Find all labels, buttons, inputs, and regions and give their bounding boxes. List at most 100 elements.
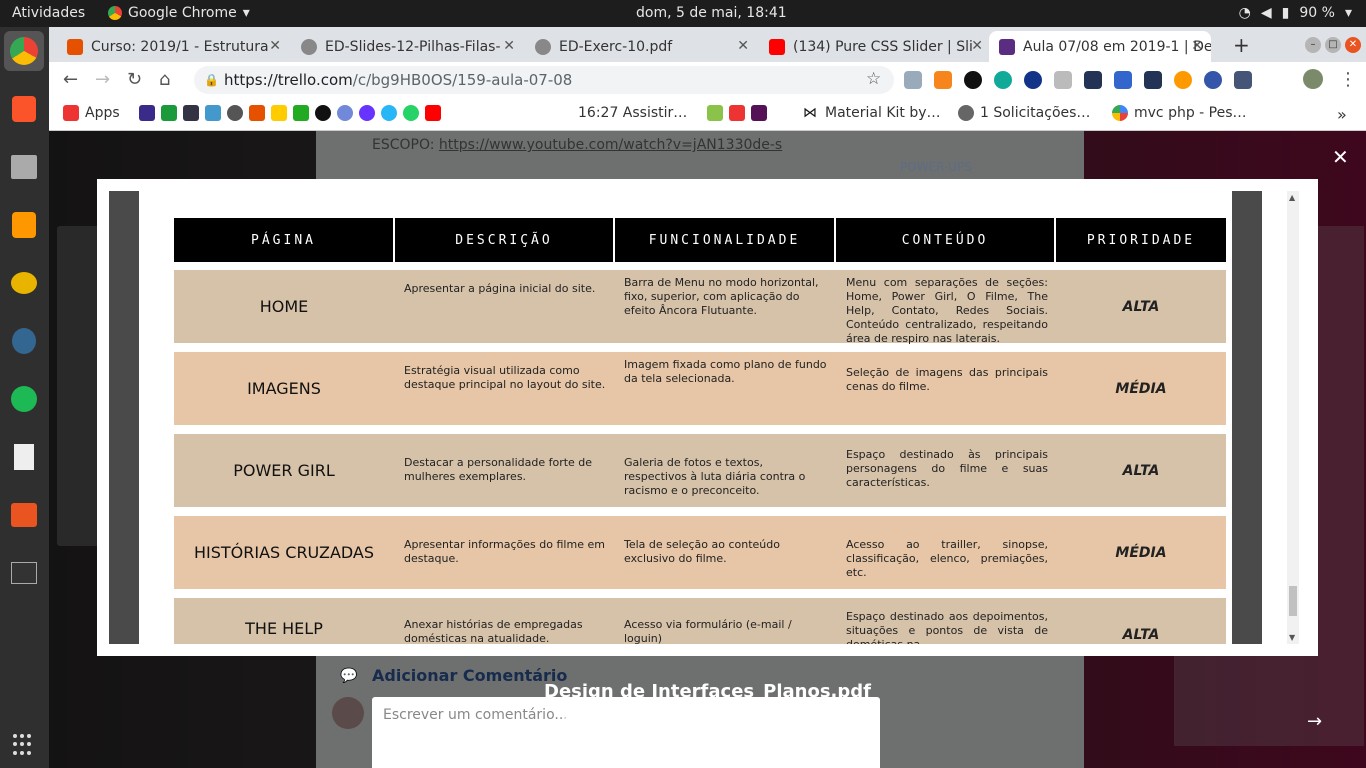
home-icon[interactable]: ⌂ — [159, 69, 170, 90]
minimize-button[interactable]: – — [1305, 37, 1321, 53]
extension-icon — [183, 105, 199, 121]
scroll-thumb[interactable] — [1289, 586, 1297, 616]
teapot-icon[interactable] — [4, 263, 44, 303]
bookmark-icons-2[interactable] — [707, 105, 767, 121]
new-tab-button[interactable]: + — [1233, 33, 1250, 57]
row-priority: MÉDIA — [1115, 380, 1167, 397]
maximize-button[interactable]: □ — [1325, 37, 1341, 53]
telegram-icon — [381, 105, 397, 121]
sublime-icon[interactable] — [4, 205, 44, 245]
toolbar: ← → ↻ ⌂ 🔒 https://trello.com/c/bg9HB0OS/1… — [49, 62, 1366, 96]
bookmark-apps[interactable]: Apps — [63, 105, 120, 121]
next-attachment-icon[interactable]: → — [1307, 711, 1322, 732]
extension-icon[interactable] — [1204, 71, 1222, 89]
github-icon — [315, 105, 331, 121]
row-functionality: Tela de seleção ao conteúdo exclusivo do… — [624, 538, 780, 565]
viewer-scrollbar[interactable]: ▲ ▼ — [1287, 191, 1299, 644]
extension-icon[interactable] — [1054, 71, 1072, 89]
tab-slides[interactable]: ED-Slides-12-Pilhas-Filas- ✕ — [291, 31, 523, 62]
menu-kebab-icon[interactable]: ⋮ — [1339, 69, 1357, 90]
delete-action[interactable]: ✕ Excluir — [801, 741, 864, 757]
globe-icon — [301, 38, 317, 55]
metamask-icon[interactable] — [934, 71, 952, 89]
close-icon[interactable]: ✕ — [737, 38, 749, 54]
moodle-icon — [67, 38, 83, 55]
more-bookmarks-icon[interactable]: » — [1337, 105, 1347, 124]
table-row: THE HELP Anexar histórias de empregadas … — [174, 598, 1226, 644]
back-icon[interactable]: ← — [63, 69, 78, 90]
extension-icon[interactable] — [1174, 71, 1192, 89]
close-icon[interactable]: ✕ — [1191, 38, 1203, 54]
forward-icon[interactable]: → — [95, 69, 110, 90]
extension-icon[interactable] — [1084, 71, 1102, 89]
shield-icon[interactable] — [964, 71, 982, 89]
row-functionality: Galeria de fotos e textos, respectivos à… — [624, 456, 806, 497]
bookmark-assistir[interactable]: 16:27 Assistir… — [578, 105, 687, 121]
youtube-icon — [425, 105, 441, 121]
bookmark-material-kit[interactable]: ⋈ Material Kit by… — [803, 105, 941, 121]
extension-icon[interactable] — [1144, 71, 1162, 89]
scroll-up-icon[interactable]: ▲ — [1289, 193, 1295, 202]
document-icon[interactable] — [4, 437, 44, 477]
tab-exerc[interactable]: ED-Exerc-10.pdf ✕ — [525, 31, 757, 62]
bookmark-solicitacoes[interactable]: 1 Solicitações… — [958, 105, 1090, 121]
table-header: PÁGINA DESCRIÇÃO FUNCIONALIDADE CONTEÚDO… — [174, 218, 1226, 262]
app-menu[interactable]: Google Chrome ▾ — [108, 5, 250, 21]
open-new-tab-action[interactable]: ↗ Abrir em uma Nova Guia — [592, 741, 781, 757]
battery-icon: ▮ — [1281, 5, 1290, 21]
chrome-launcher-icon[interactable] — [4, 31, 44, 71]
translate-icon[interactable] — [1114, 71, 1132, 89]
scope-label: ESCOPO: — [372, 137, 435, 153]
row-description: Anexar histórias de empregadas doméstica… — [404, 618, 583, 644]
close-window-button[interactable]: ✕ — [1345, 37, 1361, 53]
chrome-icon — [108, 6, 122, 20]
comment-input[interactable]: Escrever um comentário... — [372, 697, 880, 768]
spotify-icon[interactable] — [4, 379, 44, 419]
extension-icon[interactable] — [1024, 71, 1042, 89]
activities-button[interactable]: Atividades — [12, 5, 85, 21]
tab-label: (134) Pure CSS Slider | Sli — [793, 38, 973, 55]
header-pagina: PÁGINA — [174, 218, 393, 262]
extension-icon[interactable] — [1234, 71, 1252, 89]
extension-icon[interactable] — [994, 71, 1012, 89]
reload-icon[interactable]: ↻ — [127, 69, 142, 90]
scroll-down-icon[interactable]: ▼ — [1289, 633, 1295, 642]
google-icon — [1112, 105, 1128, 121]
address-bar[interactable]: 🔒 https://trello.com/c/bg9HB0OS/159-aula-… — [194, 66, 894, 94]
close-viewer-icon[interactable]: ✕ — [1332, 145, 1349, 169]
close-icon[interactable]: ✕ — [269, 38, 281, 54]
close-icon[interactable]: ✕ — [971, 38, 983, 54]
row-content: Menu com separações de seções: Home, Pow… — [846, 276, 1048, 345]
volume-icon: ◀ — [1260, 5, 1272, 21]
extension-icon — [139, 105, 155, 121]
postgres-icon[interactable] — [4, 321, 44, 361]
table-row: POWER GIRL Destacar a personalidade fort… — [174, 434, 1226, 507]
tab-trello[interactable]: Aula 07/08 em 2019-1 | De ✕ — [989, 31, 1211, 62]
external-link-icon: ↗ — [592, 741, 604, 757]
profile-avatar[interactable] — [1303, 69, 1323, 89]
extension-icon[interactable] — [904, 71, 922, 89]
open-new-tab-link[interactable]: Abrir em uma Nova Guia — [608, 741, 781, 757]
bookmark-mvc-php[interactable]: mvc php - Pes… — [1112, 105, 1247, 121]
row-page: THE HELP — [245, 619, 323, 638]
files-icon[interactable] — [4, 147, 44, 187]
scope-link[interactable]: https://www.youtube.com/watch?v=jAN1330d… — [439, 137, 782, 153]
bookmark-icons[interactable] — [139, 105, 441, 121]
brave-icon[interactable] — [4, 89, 44, 129]
extensions — [904, 71, 1252, 89]
bookmark-star-icon[interactable]: ☆ — [866, 69, 881, 89]
header-descricao: DESCRIÇÃO — [395, 218, 613, 262]
software-center-icon[interactable] — [4, 495, 44, 535]
show-apps-icon[interactable] — [13, 734, 35, 756]
tab-youtube[interactable]: (134) Pure CSS Slider | Sli ✕ — [759, 31, 991, 62]
moodle-icon — [249, 105, 265, 121]
terminal-icon[interactable] — [4, 553, 44, 593]
close-icon[interactable]: ✕ — [503, 38, 515, 54]
delete-link[interactable]: Excluir — [817, 741, 864, 757]
system-tray[interactable]: ◔ ◀ ▮ 90 % ▾ — [1239, 5, 1352, 21]
extension-icon — [751, 105, 767, 121]
bookmark-label: 16:27 Assistir… — [578, 105, 688, 121]
row-description: Apresentar a página inicial do site. — [404, 282, 596, 295]
clock[interactable]: dom, 5 de mai, 18:41 — [636, 5, 787, 21]
tab-curso[interactable]: Curso: 2019/1 - Estrutura ✕ — [57, 31, 289, 62]
